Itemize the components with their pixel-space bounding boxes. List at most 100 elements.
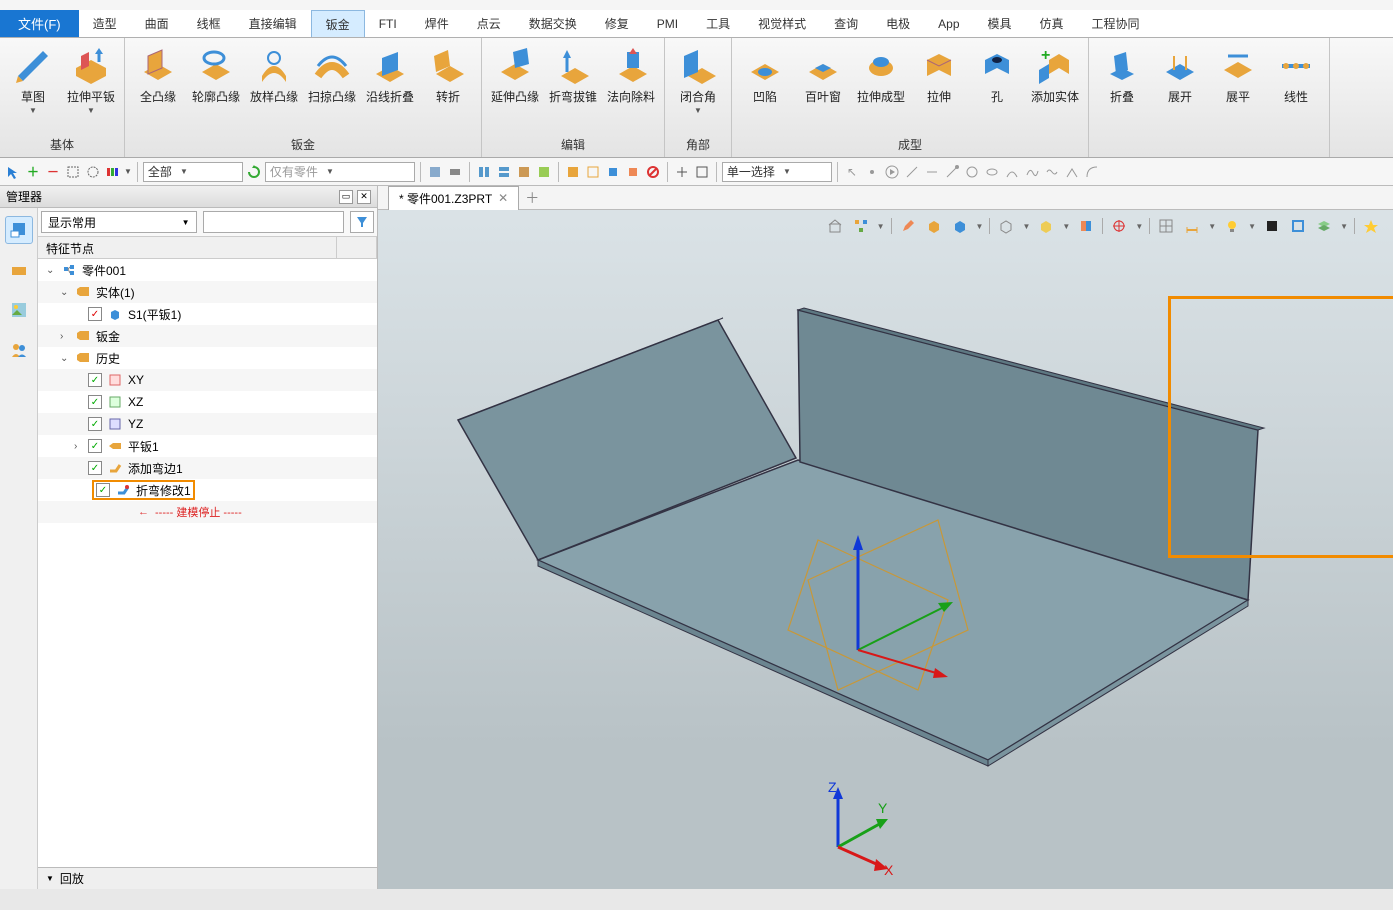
sk-dot-icon[interactable] [863, 163, 881, 181]
ribbon-unfold-button[interactable]: 展开 [1155, 42, 1205, 151]
main-tab-14[interactable]: 电极 [872, 10, 924, 37]
palette-icon[interactable] [104, 163, 122, 181]
tb-icon-i[interactable] [604, 163, 622, 181]
ribbon-linear-button[interactable]: 线性 [1271, 42, 1321, 151]
new-tab-button[interactable]: ＋ [525, 188, 539, 208]
tb-icon-d[interactable] [495, 163, 513, 181]
ribbon-flatten-button[interactable]: 展平 [1213, 42, 1263, 151]
image-tab-icon[interactable] [5, 296, 33, 324]
ribbon-louver-button[interactable]: 百叶窗 [798, 42, 848, 134]
file-menu-button[interactable]: 文件(F) [0, 10, 79, 37]
main-tab-8[interactable]: 数据交换 [515, 10, 591, 37]
sk-spline-icon[interactable] [1023, 163, 1041, 181]
main-tab-0[interactable]: 造型 [79, 10, 131, 37]
sk-line2-icon[interactable] [923, 163, 941, 181]
tree-solid-item[interactable]: ✓S1(平钣1) [38, 303, 377, 325]
main-tab-13[interactable]: 查询 [820, 10, 872, 37]
panel-close-btn[interactable]: ✕ [357, 190, 371, 204]
main-tab-2[interactable]: 线框 [183, 10, 235, 37]
ribbon-contour-flange-button[interactable]: 轮廓凸缘 [191, 42, 241, 134]
tree-xy[interactable]: ✓XY [38, 369, 377, 391]
tb-icon-m[interactable] [693, 163, 711, 181]
main-tab-7[interactable]: 点云 [463, 10, 515, 37]
ribbon-stretch-button[interactable]: 拉伸 [914, 42, 964, 134]
main-tab-4[interactable]: 钣金 [311, 10, 365, 37]
sk-ellipse-icon[interactable] [983, 163, 1001, 181]
ribbon-dimple-button[interactable]: 凹陷 [740, 42, 790, 134]
ribbon-add-solid-button[interactable]: +添加实体 [1030, 42, 1080, 134]
ribbon-loft-flange-button[interactable]: 放样凸缘 [249, 42, 299, 134]
ribbon-swivel-button[interactable]: 转折 [423, 42, 473, 134]
main-tab-6[interactable]: 焊件 [411, 10, 463, 37]
filter-combo-1[interactable]: 全部▼ [143, 162, 243, 182]
minus-icon[interactable]: － [44, 163, 62, 181]
tree-add-bend[interactable]: ✓添加弯边1 [38, 457, 377, 479]
main-tab-3[interactable]: 直接编辑 [235, 10, 311, 37]
main-tab-18[interactable]: 工程协同 [1078, 10, 1154, 37]
tree-bend-modify[interactable]: ✓折弯修改1 [38, 479, 377, 501]
tree-history[interactable]: ⌄历史 [38, 347, 377, 369]
tree-solid-group[interactable]: ⌄实体(1) [38, 281, 377, 303]
3d-viewport[interactable]: * 零件001.Z3PRT✕ ＋ ▼ ▼ ▼ ▼ ▼ ▼ [378, 186, 1393, 889]
ribbon-sketch-button[interactable]: 草图▼ [8, 42, 58, 134]
ribbon-edge-fold-button[interactable]: 沿线折叠 [365, 42, 415, 134]
tree-yz[interactable]: ✓YZ [38, 413, 377, 435]
document-tab[interactable]: * 零件001.Z3PRT✕ [388, 186, 519, 210]
main-tab-12[interactable]: 视觉样式 [744, 10, 820, 37]
sk-cursor-icon[interactable]: ↖ [843, 163, 861, 181]
search-combo[interactable] [203, 211, 344, 233]
tb-icon-e[interactable] [515, 163, 533, 181]
select-box-icon[interactable] [64, 163, 82, 181]
ribbon-hole-button[interactable]: 孔 [972, 42, 1022, 134]
select-mode-combo[interactable]: 单一选择▼ [722, 162, 832, 182]
tree-tab-icon[interactable] [5, 216, 33, 244]
ribbon-full-flange-button[interactable]: 全凸缘 [133, 42, 183, 134]
circle-select-icon[interactable] [84, 163, 102, 181]
main-tab-11[interactable]: 工具 [692, 10, 744, 37]
people-tab-icon[interactable] [5, 336, 33, 364]
main-tab-10[interactable]: PMI [643, 10, 692, 37]
refresh-icon[interactable] [245, 163, 263, 181]
layer-tab-icon[interactable] [5, 256, 33, 284]
display-mode-combo[interactable]: 显示常用▼ [41, 211, 197, 233]
cursor-icon[interactable] [4, 163, 22, 181]
tb-icon-l[interactable] [673, 163, 691, 181]
main-tab-1[interactable]: 曲面 [131, 10, 183, 37]
main-tab-5[interactable]: FTI [365, 10, 411, 37]
tb-icon-h[interactable] [584, 163, 602, 181]
main-tab-9[interactable]: 修复 [591, 10, 643, 37]
ribbon-fold-button[interactable]: 折叠 [1097, 42, 1147, 151]
ribbon-bend-taper-button[interactable]: 折弯拔锥 [548, 42, 598, 134]
tree-root[interactable]: ⌄零件001 [38, 259, 377, 281]
ribbon-extend-flange-button[interactable]: 延伸凸缘 [490, 42, 540, 134]
ribbon-sweep-flange-button[interactable]: 扫掠凸缘 [307, 42, 357, 134]
tb-icon-a[interactable] [426, 163, 444, 181]
ribbon-stretch-form-button[interactable]: 拉伸成型 [856, 42, 906, 134]
tree-xz[interactable]: ✓XZ [38, 391, 377, 413]
tb-icon-b[interactable] [446, 163, 464, 181]
ribbon-normal-cut-button[interactable]: 法向除料 [606, 42, 656, 134]
tb-icon-g[interactable] [564, 163, 582, 181]
ribbon-extrude-flange-button[interactable]: 拉伸平钣▼ [66, 42, 116, 134]
panel-min-btn[interactable]: ▭ [339, 190, 353, 204]
tree-flat[interactable]: ›✓平钣1 [38, 435, 377, 457]
tb-icon-c[interactable] [475, 163, 493, 181]
tb-icon-f[interactable] [535, 163, 553, 181]
main-tab-15[interactable]: App [924, 10, 973, 37]
main-tab-17[interactable]: 仿真 [1026, 10, 1078, 37]
plus-icon[interactable]: ＋ [24, 163, 42, 181]
sk-arc-icon[interactable] [1003, 163, 1021, 181]
sk-wave-icon[interactable] [1043, 163, 1061, 181]
filter-combo-2[interactable]: 仅有零件▼ [265, 162, 415, 182]
close-tab-icon[interactable]: ✕ [498, 191, 508, 205]
main-tab-16[interactable]: 模具 [974, 10, 1026, 37]
tree-sheetmetal[interactable]: ›钣金 [38, 325, 377, 347]
sk-line3-icon[interactable] [943, 163, 961, 181]
filter-button[interactable] [350, 211, 374, 233]
sk-angle-icon[interactable] [1063, 163, 1081, 181]
sk-play-icon[interactable] [883, 163, 901, 181]
ribbon-close-corner-button[interactable]: 闭合角▼ [673, 42, 723, 134]
playback-bar[interactable]: ▼回放 [38, 867, 377, 889]
sk-circle-icon[interactable] [963, 163, 981, 181]
tb-icon-k[interactable] [644, 163, 662, 181]
